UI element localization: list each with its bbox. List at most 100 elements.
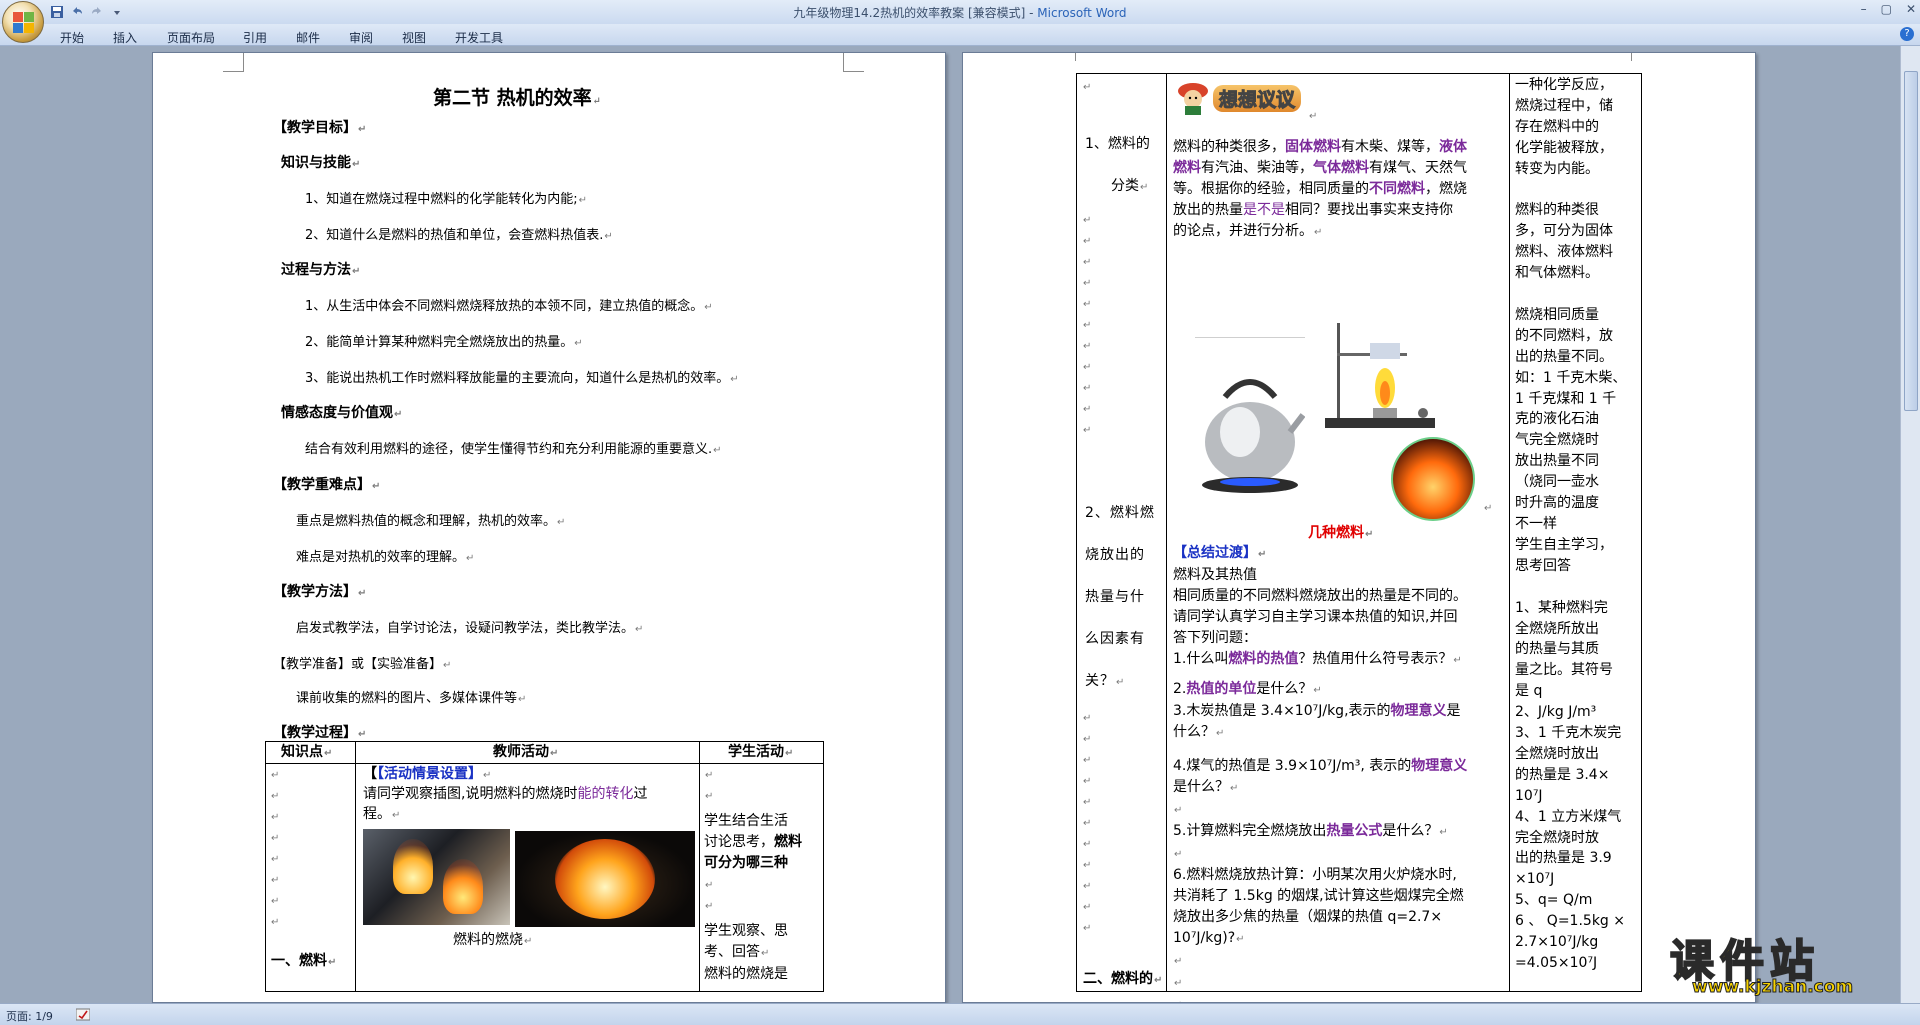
student-activity-line: 多，可分为固体: [1515, 223, 1613, 240]
office-button[interactable]: [2, 1, 44, 43]
minimize-button[interactable]: –: [1861, 2, 1867, 16]
summary-section: 【总结过渡】↵ 燃料及其热值 相同质量的不同燃料燃烧放出的热量是不同的。 请同学…: [1173, 543, 1509, 1002]
maximize-button[interactable]: ▢: [1881, 2, 1892, 16]
student-activity-column: 一种化学反应， 燃烧过程中，储 存在燃料中的 化学能被释放， 转变为内能。 燃料的种类很多…: [1515, 75, 1639, 974]
discussion-banner: 想想议议: [1213, 85, 1302, 112]
student-activity-line: 1 千克煤和 1 千: [1515, 390, 1617, 407]
tab-home[interactable]: 开始: [60, 29, 84, 46]
student-activity-line: 2.7×10⁷J/kg: [1515, 934, 1599, 951]
student-activity-line: [1515, 577, 1639, 598]
student-activity-line: 燃料的种类很: [1515, 202, 1599, 219]
student-activity-line: 和气体燃料。: [1515, 265, 1599, 282]
goal-heading: 【教学目标】↵: [273, 120, 367, 136]
student-activity-line: 量之比。其符号: [1515, 662, 1613, 679]
tab-mailings[interactable]: 邮件: [296, 29, 320, 46]
student-activity-line: 的不同燃料，放: [1515, 327, 1613, 344]
student-activity-line: 的热量与其质: [1515, 641, 1599, 658]
undo-icon[interactable]: [70, 5, 84, 19]
process-item-2: 2、能简单计算某种燃料完全燃烧放出的热量。↵: [305, 335, 583, 350]
cartoon-icon: [1173, 79, 1213, 115]
student-activity-line: 燃烧相同质量: [1515, 306, 1599, 323]
student-activity-line: 6 、 Q=1.5kg ×: [1515, 913, 1625, 930]
student-activity-line: （烧同一壶水: [1515, 474, 1599, 491]
vertical-scrollbar[interactable]: [1900, 46, 1920, 1003]
student-activity-line: 完全燃烧时放: [1515, 829, 1599, 846]
topic-fuel-classification: 1、燃料的 分类↵: [1085, 136, 1150, 194]
student-activity-line: [1515, 180, 1639, 201]
student-activity-line: 克的液化石油: [1515, 411, 1599, 428]
difficulty-item-2: 难点是对热机的效率的理解。↵: [296, 550, 475, 565]
coal-fire-image: [1391, 437, 1475, 521]
knowledge-item-2: 2、知道什么是燃料的热值和单位，会查燃料热值表.↵: [305, 228, 613, 243]
burner-stand-image: [1315, 313, 1435, 433]
student-activity-2: 学生观察、思 考、回答↵ 燃料的燃烧是: [704, 923, 788, 982]
save-icon[interactable]: [50, 5, 64, 19]
close-button[interactable]: ✕: [1906, 2, 1916, 16]
help-icon[interactable]: ?: [1900, 27, 1914, 41]
emotion-heading: 情感态度与价值观↵: [281, 405, 403, 421]
student-activity-line: 是 q: [1515, 683, 1543, 700]
method-heading: 【教学方法】↵: [273, 584, 367, 600]
page-title: 第二节 热机的效率↵: [433, 87, 602, 109]
table-header-teacher: 教师活动↵: [493, 744, 559, 760]
student-activity-line: 思考回答: [1515, 557, 1571, 574]
tab-references[interactable]: 引用: [243, 29, 267, 46]
photo-caption: 燃料的燃烧↵: [453, 932, 533, 948]
teacher-activity-line-1: 请同学观察插图,说明燃料的燃烧时能的转化过: [363, 786, 648, 802]
knowledge-heading: 知识与技能↵: [281, 155, 361, 171]
student-activity-line: 转变为内能。: [1515, 160, 1599, 177]
status-bar: 页面: 1/9: [0, 1003, 1920, 1025]
topic-heat-factors: 2、燃料燃 烧放出的 热量与什 么因素有 关？↵: [1085, 505, 1155, 689]
kettle-image: [1195, 337, 1305, 497]
student-activity-line: 学生自主学习，: [1515, 536, 1613, 553]
redo-icon[interactable]: [90, 5, 104, 19]
tab-page-layout[interactable]: 页面布局: [167, 29, 215, 46]
procedure-heading: 【教学过程】↵: [273, 725, 367, 741]
difficulty-item-1: 重点是燃料热值的概念和理解，热机的效率。↵: [296, 514, 566, 529]
process-item-3: 3、能说出热机工作时燃料释放能量的主要流向，知道什么是热机的效率。↵: [305, 371, 739, 386]
table-header-knowledge: 知识点↵: [281, 744, 333, 760]
office-logo-icon: [13, 12, 35, 34]
site-watermark: 课件站 www.kjzhan.com: [1669, 935, 1854, 998]
customize-toolbar-icon[interactable]: [110, 5, 124, 19]
window-title: 九年级物理14.2热机的效率教案 [兼容模式] - Microsoft Word: [793, 6, 1127, 20]
student-activity-line: ×10⁷J: [1515, 871, 1555, 888]
emotion-item-1: 结合有效利用燃料的途径，使学生懂得节约和充分利用能源的重要意义.↵: [305, 442, 722, 457]
student-activity-line: 一种化学反应，: [1515, 77, 1613, 93]
tab-view[interactable]: 视图: [402, 29, 426, 46]
knowledge-item-1: 1、知道在燃烧过程中燃料的化学能转化为内能;↵: [305, 192, 588, 207]
title-bar: 九年级物理14.2热机的效率教案 [兼容模式] - Microsoft Word…: [0, 0, 1920, 24]
student-activity-line: 的热量是 3.4×: [1515, 766, 1610, 783]
student-activity-line: 3、1 千克木炭完: [1515, 725, 1622, 742]
student-activity-line: 10⁷J: [1515, 787, 1543, 804]
teacher-activity-title: 【【活动情景设置】↵: [363, 766, 492, 782]
proofing-icon[interactable]: [76, 1008, 90, 1021]
page-indicator[interactable]: 页面: 1/9: [6, 1008, 53, 1024]
student-activity-line: 全燃烧时放出: [1515, 745, 1599, 762]
table-cell-fuel: 一、燃料↵: [271, 953, 337, 969]
student-activity-line: 出的热量不同。: [1515, 348, 1613, 365]
student-activity-line: =4.05×10⁷J: [1515, 955, 1598, 972]
teacher-activity-line-2: 程。↵: [363, 806, 401, 822]
student-activity-line: 4、1 立方米煤气: [1515, 808, 1622, 825]
fuels-caption: 几种燃料↵: [1308, 525, 1374, 541]
tab-insert[interactable]: 插入: [113, 29, 137, 46]
ribbon-tabs: 开始 插入 页面布局 引用 邮件 审阅 视图 开发工具: [0, 24, 1920, 46]
tab-developer[interactable]: 开发工具: [455, 29, 503, 46]
student-activity-line: 存在燃料中的: [1515, 118, 1599, 135]
tab-review[interactable]: 审阅: [349, 29, 373, 46]
student-activity-line: 如：1 千克木柴、: [1515, 369, 1627, 386]
student-activity-1: 学生结合生活 讨论思考，燃料 可分为哪三种: [704, 813, 802, 871]
document-page-2: ↵ 1、燃料的 分类↵ ↵ ↵ ↵ ↵ ↵ ↵ ↵ ↵ ↵ ↵ ↵ 2、燃料燃 烧放出的 热量与什 么因素有…: [962, 52, 1756, 1003]
document-page-1: 第二节 热机的效率↵ 【教学目标】↵ 知识与技能↵ 1、知道在燃烧过程中燃料的化…: [152, 52, 946, 1003]
student-activity-line: 时升高的温度: [1515, 495, 1599, 512]
burning-photo-2: [515, 831, 695, 927]
process-item-1: 1、从生活中体会不同燃料燃烧释放热的本领不同，建立热值的概念。↵: [305, 299, 713, 314]
process-heading: 过程与方法↵: [281, 262, 361, 278]
student-activity-line: 化学能被释放，: [1515, 139, 1613, 156]
student-activity-line: 全燃烧所放出: [1515, 620, 1599, 637]
scrollbar-thumb[interactable]: [1904, 71, 1918, 411]
student-activity-line: 放出热量不同: [1515, 453, 1599, 470]
method-item-1: 启发式教学法，自学讨论法，设疑问教学法，类比教学法。↵: [296, 621, 644, 636]
student-activity-line: 不一样: [1515, 516, 1557, 532]
